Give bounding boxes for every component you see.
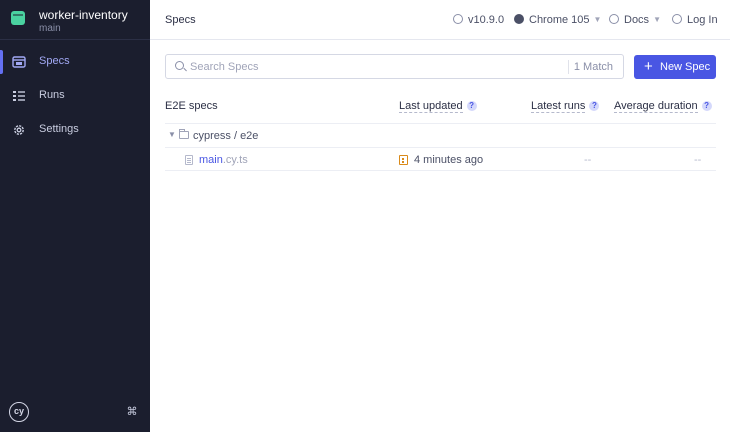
search-box: 1 Match	[165, 54, 624, 79]
gear-icon	[14, 125, 24, 135]
version-badge[interactable]: v10.9.0	[453, 13, 504, 27]
sidebar-item-label: Runs	[39, 89, 65, 101]
browser-selector[interactable]: Chrome 105 ▼	[514, 13, 601, 27]
keyboard-shortcuts-icon[interactable]: ⌘	[126, 406, 138, 418]
help-icon[interactable]: ?	[466, 101, 477, 111]
sidebar: worker-inventory main Specs Runs Setting…	[0, 0, 150, 432]
average-duration-value: --	[694, 154, 702, 166]
search-divider	[568, 60, 569, 74]
folder-row[interactable]: ▼ cypress / e2e	[165, 123, 716, 147]
sidebar-item-label: Specs	[39, 55, 70, 67]
chevron-down-icon: ▼	[653, 15, 661, 24]
browser-label: Chrome 105	[529, 14, 590, 26]
search-icon	[175, 61, 184, 70]
spec-row[interactable]: main.cy.ts 4 minutes ago -- --	[165, 147, 716, 171]
search-input[interactable]	[190, 59, 560, 75]
column-header-specs: E2E specs	[165, 100, 218, 112]
chrome-icon	[514, 14, 524, 24]
user-icon	[672, 14, 682, 24]
docs-label: Docs	[624, 14, 650, 26]
column-header-average-duration[interactable]: Average duration?	[614, 100, 712, 113]
login-button[interactable]: Log In	[672, 13, 718, 27]
folder-icon	[179, 129, 189, 139]
runs-icon	[13, 91, 25, 101]
page-title: Specs	[165, 14, 196, 26]
project-name: worker-inventory	[39, 8, 128, 22]
chevron-down-icon: ▼	[593, 15, 602, 24]
match-count: 1 Match	[573, 61, 613, 73]
version-icon	[453, 14, 463, 24]
project-branch: main	[39, 23, 61, 34]
sidebar-item-specs[interactable]: Specs	[0, 45, 150, 79]
git-status-icon	[399, 155, 408, 165]
docs-icon	[609, 14, 619, 24]
new-spec-button[interactable]: + New Spec	[634, 55, 716, 79]
last-updated-value: 4 minutes ago	[414, 154, 484, 166]
column-header-latest-runs[interactable]: Latest runs?	[531, 100, 600, 113]
chevron-down-icon[interactable]: ▼	[168, 130, 176, 139]
login-label: Log In	[687, 14, 718, 26]
docs-menu[interactable]: Docs ▼	[609, 13, 661, 27]
top-bar: Specs v10.9.0 Chrome 105 ▼ Docs ▼ Log In	[150, 0, 730, 40]
new-spec-label: New Spec	[660, 61, 711, 73]
folder-label: cypress / e2e	[193, 130, 259, 142]
version-label: v10.9.0	[468, 14, 505, 26]
help-icon[interactable]: ?	[589, 101, 600, 111]
column-header-last-updated[interactable]: Last updated?	[399, 100, 477, 113]
sidebar-item-runs[interactable]: Runs	[0, 79, 150, 113]
sidebar-item-settings[interactable]: Settings	[0, 113, 150, 147]
specs-icon	[12, 56, 26, 68]
project-logo-icon	[11, 11, 25, 25]
document-icon	[185, 155, 193, 165]
cypress-logo-icon: cy	[9, 402, 29, 422]
help-icon[interactable]: ?	[701, 101, 712, 111]
spec-link[interactable]: main.cy.ts	[199, 154, 248, 166]
project-switcher[interactable]: worker-inventory main	[0, 0, 150, 40]
latest-runs-value: --	[584, 154, 592, 166]
plus-icon: +	[644, 58, 653, 75]
sidebar-item-label: Settings	[39, 123, 79, 135]
